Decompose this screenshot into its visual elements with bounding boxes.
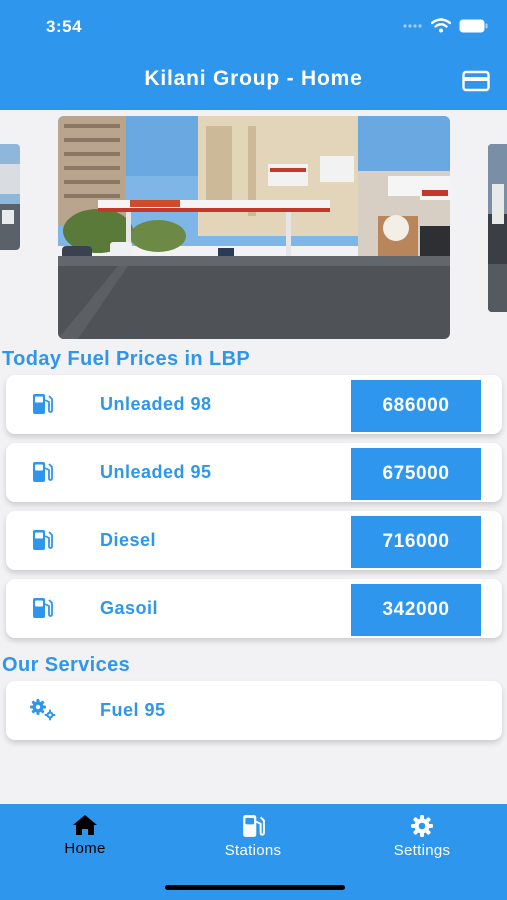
tab-label: Stations xyxy=(224,842,282,859)
wifi-icon xyxy=(431,18,451,33)
tab-settings[interactable]: Settings xyxy=(362,814,482,859)
gas-station-photo xyxy=(58,116,450,339)
gas-station-photo xyxy=(488,144,507,312)
fuel-name: Gasoil xyxy=(100,598,159,618)
top-bar: 3:54 Kilani Group - Home xyxy=(0,0,507,110)
signal-dots-icon xyxy=(403,23,422,28)
battery-icon xyxy=(459,19,488,32)
status-icons xyxy=(403,18,489,33)
fuel-price: 342000 xyxy=(351,584,481,636)
gas-pump-icon xyxy=(33,462,53,482)
gas-pump-icon xyxy=(243,815,265,837)
gears-icon xyxy=(30,699,56,721)
fuel-price: 716000 xyxy=(351,516,481,568)
service-name: Fuel 95 xyxy=(100,700,166,720)
image-carousel[interactable] xyxy=(0,116,507,340)
tab-label: Home xyxy=(64,840,106,857)
fuel-name: Diesel xyxy=(100,530,157,550)
credit-card-icon[interactable] xyxy=(462,70,490,92)
home-indicator xyxy=(165,885,345,890)
services-title: Our Services xyxy=(2,654,131,676)
gas-pump-icon xyxy=(33,530,53,550)
service-row[interactable]: Fuel 95 xyxy=(6,681,502,740)
gas-station-photo xyxy=(0,144,20,250)
fuel-price-row[interactable]: Gasoil 342000 xyxy=(6,579,502,638)
fuel-price-row[interactable]: Unleaded 98 686000 xyxy=(6,375,502,434)
gear-icon xyxy=(411,815,433,837)
status-time: 3:54 xyxy=(46,17,83,36)
fuel-price: 675000 xyxy=(351,448,481,500)
carousel-slide-prev[interactable] xyxy=(0,144,20,250)
tab-home[interactable]: Home xyxy=(25,814,145,857)
home-icon xyxy=(73,815,97,835)
fuel-name: Unleaded 98 xyxy=(100,394,212,414)
tab-stations[interactable]: Stations xyxy=(193,814,313,859)
fuel-price-row[interactable]: Unleaded 95 675000 xyxy=(6,443,502,502)
page-title: Kilani Group - Home xyxy=(144,67,363,90)
fuel-price-row[interactable]: Diesel 716000 xyxy=(6,511,502,570)
fuel-name: Unleaded 95 xyxy=(100,462,212,482)
fuel-prices-title: Today Fuel Prices in LBP xyxy=(2,348,251,370)
fuel-price: 686000 xyxy=(351,380,481,432)
carousel-slide-current[interactable] xyxy=(58,116,450,339)
gas-pump-icon xyxy=(33,598,53,618)
carousel-slide-next[interactable] xyxy=(488,144,507,312)
tab-label: Settings xyxy=(393,842,451,859)
gas-pump-icon xyxy=(33,394,53,414)
